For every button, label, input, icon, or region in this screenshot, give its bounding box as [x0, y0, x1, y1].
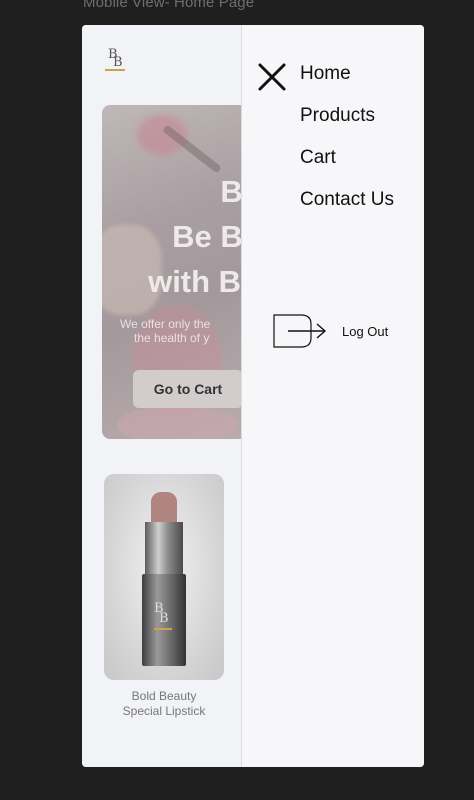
logout-label: Log Out	[342, 323, 389, 339]
menu-item-contact-us[interactable]: Contact Us	[300, 188, 394, 212]
lipstick-image	[151, 492, 177, 526]
product-card[interactable]: BB	[104, 474, 224, 680]
close-icon[interactable]	[257, 62, 287, 92]
menu-item-products[interactable]: Products	[300, 104, 375, 128]
hero-subtitle-line: We offer only the	[120, 317, 211, 331]
hero-title-line: Be	[220, 174, 247, 209]
logo-underline	[105, 69, 125, 71]
product-logo: BB	[154, 602, 172, 630]
phone-frame: B B Be Be Be with Bo We offer only the t…	[82, 25, 424, 767]
hero-title: Be Be Be with Bo	[102, 169, 247, 304]
hero-title-line: Be Be	[172, 219, 247, 254]
go-to-cart-button[interactable]: Go to Cart	[133, 370, 243, 408]
hero-title-line: with Bo	[148, 264, 247, 299]
brand-logo[interactable]: B B	[102, 47, 130, 75]
logout-icon	[273, 314, 327, 348]
hero-banner: Be Be Be with Bo We offer only the the h…	[102, 105, 247, 439]
hero-subtitle: We offer only the the health of y	[120, 317, 247, 345]
frame-label: Mobile View- Home Page	[83, 0, 255, 11]
side-menu: Home Products Cart Contact Us Log Out	[241, 25, 424, 767]
menu-item-home[interactable]: Home	[300, 62, 351, 86]
home-page: B B Be Be Be with Bo We offer only the t…	[82, 25, 247, 767]
logout-button[interactable]: Log Out	[273, 314, 388, 348]
menu-item-cart[interactable]: Cart	[300, 146, 336, 170]
logo-letter: B	[113, 55, 123, 70]
hero-subtitle-line: the health of y	[134, 331, 210, 345]
product-name[interactable]: Bold Beauty Special Lipstick	[104, 689, 224, 719]
